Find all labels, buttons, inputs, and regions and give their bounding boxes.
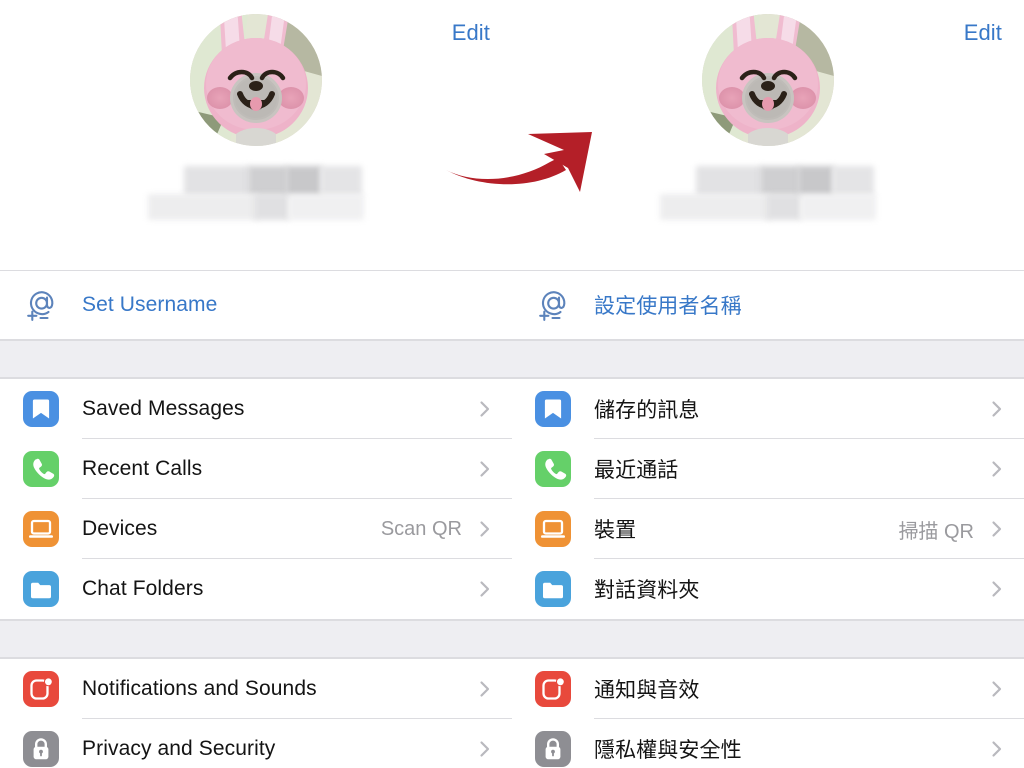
notification-icon (20, 668, 62, 710)
row-recent-calls[interactable]: 最近通話 (512, 439, 1024, 499)
redaction-bar (760, 166, 800, 196)
row-chat-folders[interactable]: Chat Folders (0, 559, 512, 619)
bookmark-icon (532, 388, 574, 430)
chevron-right-icon (474, 518, 496, 540)
section-gap (0, 340, 512, 378)
row-label: Set Username (82, 293, 218, 316)
redaction-bar (832, 166, 874, 196)
row-notifications-and-sounds[interactable]: Notifications and Sounds (0, 659, 512, 719)
chevron-right-icon (986, 678, 1008, 700)
profile-name-redacted (148, 164, 364, 226)
section-two: Notifications and Sounds Privacy and Sec… (0, 658, 512, 768)
profile-name-redacted (660, 164, 876, 226)
chevron-right-icon (474, 578, 496, 600)
chevron-right-icon (986, 458, 1008, 480)
avatar[interactable] (190, 14, 322, 146)
row-label: 儲存的訊息 (594, 399, 700, 422)
row-label: 最近通話 (594, 459, 679, 482)
row-label: Chat Folders (82, 577, 204, 600)
redaction-bar (286, 166, 322, 196)
bookmark-icon (20, 388, 62, 430)
row-set-username[interactable]: 設定使用者名稱 (512, 271, 1024, 339)
folder-icon (20, 568, 62, 610)
panel-chinese: Edit 設定使用者名稱 儲存的訊息 最近通話 裝置 掃描 QR 對話資料夾 通… (512, 0, 1024, 768)
section-gap (512, 620, 1024, 658)
at-add-icon (20, 284, 62, 326)
row-notifications-and-sounds[interactable]: 通知與音效 (512, 659, 1024, 719)
row-label: Devices (82, 517, 158, 540)
redaction-bar (184, 166, 250, 196)
redaction-bar (766, 194, 802, 220)
row-saved-messages[interactable]: Saved Messages (0, 379, 512, 439)
avatar[interactable] (702, 14, 834, 146)
row-label: 隱私權與安全性 (594, 739, 742, 762)
section-one: Saved Messages Recent Calls Devices Scan… (0, 378, 512, 620)
section-gap (512, 340, 1024, 378)
laptop-icon (20, 508, 62, 550)
chevron-right-icon (474, 458, 496, 480)
redaction-bar (320, 166, 362, 196)
lock-icon (20, 728, 62, 768)
chevron-right-icon (474, 738, 496, 760)
username-section: Set Username (0, 270, 512, 340)
lock-icon (532, 728, 574, 768)
redaction-bar (798, 166, 834, 196)
row-saved-messages[interactable]: 儲存的訊息 (512, 379, 1024, 439)
chevron-right-icon (986, 738, 1008, 760)
section-gap (0, 620, 512, 658)
redaction-bar (660, 194, 770, 220)
chevron-right-icon (986, 578, 1008, 600)
chevron-right-icon (986, 518, 1008, 540)
at-add-icon (532, 284, 574, 326)
section-one: 儲存的訊息 最近通話 裝置 掃描 QR 對話資料夾 (512, 378, 1024, 620)
settings-comparison-screenshot: Edit Set Username Saved Messages Recent … (0, 0, 1024, 768)
row-value: 掃描 QR (898, 520, 974, 543)
row-label: 裝置 (594, 519, 637, 542)
chevron-right-icon (474, 678, 496, 700)
row-value: Scan QR (380, 517, 462, 540)
redaction-bar (254, 194, 290, 220)
redaction-bar (248, 166, 288, 196)
edit-button[interactable]: Edit (452, 20, 490, 46)
panel-english: Edit Set Username Saved Messages Recent … (0, 0, 512, 768)
row-label: Saved Messages (82, 397, 245, 420)
profile-header: Edit (0, 0, 512, 270)
row-label: Notifications and Sounds (82, 677, 317, 700)
row-privacy-and-security[interactable]: Privacy and Security (0, 719, 512, 768)
row-label: 對話資料夾 (594, 579, 700, 602)
laptop-icon (532, 508, 574, 550)
folder-icon (532, 568, 574, 610)
row-chat-folders[interactable]: 對話資料夾 (512, 559, 1024, 619)
row-devices[interactable]: 裝置 掃描 QR (512, 499, 1024, 559)
redaction-bar (696, 166, 762, 196)
section-two: 通知與音效 隱私權與安全性 (512, 658, 1024, 768)
username-section: 設定使用者名稱 (512, 270, 1024, 340)
chevron-right-icon (986, 398, 1008, 420)
row-privacy-and-security[interactable]: 隱私權與安全性 (512, 719, 1024, 768)
profile-header: Edit (512, 0, 1024, 270)
redaction-bar (288, 194, 364, 220)
panels-container: Edit Set Username Saved Messages Recent … (0, 0, 1024, 768)
phone-icon (532, 448, 574, 490)
notification-icon (532, 668, 574, 710)
row-devices[interactable]: Devices Scan QR (0, 499, 512, 559)
row-label: Privacy and Security (82, 737, 276, 760)
row-label: 通知與音效 (594, 679, 700, 702)
redaction-bar (800, 194, 876, 220)
redaction-bar (148, 194, 258, 220)
row-label: 設定使用者名稱 (594, 295, 742, 318)
row-label: Recent Calls (82, 457, 203, 480)
row-recent-calls[interactable]: Recent Calls (0, 439, 512, 499)
phone-icon (20, 448, 62, 490)
row-set-username[interactable]: Set Username (0, 271, 512, 339)
chevron-right-icon (474, 398, 496, 420)
edit-button[interactable]: Edit (964, 20, 1002, 46)
